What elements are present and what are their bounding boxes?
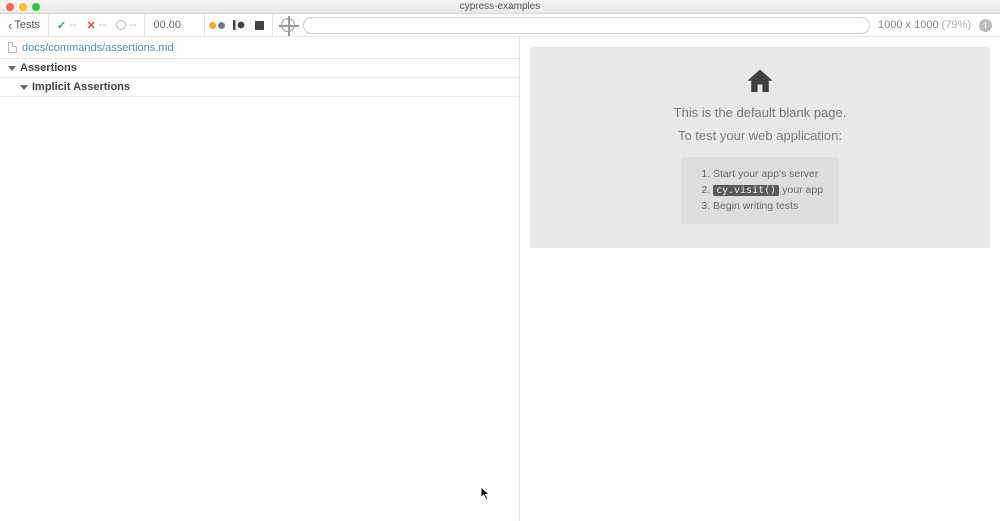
blank-page: This is the default blank page. To test … <box>530 47 990 248</box>
passed-count: ✓ -- <box>57 19 77 32</box>
chevron-down-icon <box>8 66 16 71</box>
blank-page-title: This is the default blank page. <box>674 105 847 120</box>
step-icon <box>233 19 245 31</box>
viewport-info-button[interactable]: i <box>979 19 992 32</box>
window-title: cypress-examples <box>0 1 1000 12</box>
circle-icon <box>116 20 126 30</box>
reporter-pane: docs/commands/assertions.md Assertions I… <box>0 37 520 521</box>
test-timer: 00.00 <box>145 14 205 36</box>
runner-status-dots <box>209 22 225 29</box>
back-label: Tests <box>14 19 40 31</box>
back-to-tests-button[interactable]: ‹ Tests <box>0 14 49 36</box>
spec-file-bar[interactable]: docs/commands/assertions.md <box>0 37 519 59</box>
viewport-size-readout: 1000 x 1000 (79%) <box>878 19 971 31</box>
x-icon: ✕ <box>87 19 96 32</box>
step-button[interactable] <box>233 19 247 31</box>
check-icon: ✓ <box>57 19 66 32</box>
blank-step: Start your app's server <box>713 167 823 183</box>
suite-row[interactable]: Assertions <box>0 59 519 78</box>
status-dot-orange <box>209 22 216 29</box>
pending-count: -- <box>116 19 136 31</box>
aut-pane: This is the default blank page. To test … <box>520 37 1000 521</box>
suite-row[interactable]: Implicit Assertions <box>0 78 519 97</box>
chevron-left-icon: ‹ <box>8 18 12 33</box>
runner-toolbar: ‹ Tests ✓ -- ✕ -- -- 00.00 <box>0 14 1000 37</box>
file-icon <box>8 42 17 53</box>
blank-step: Begin writing tests <box>713 199 823 215</box>
suite-label: Assertions <box>20 62 77 74</box>
spec-file-path: docs/commands/assertions.md <box>22 42 174 54</box>
test-status-group: ✓ -- ✕ -- -- <box>49 14 145 36</box>
suite-label: Implicit Assertions <box>32 81 130 93</box>
blank-page-subtitle: To test your web application: <box>678 128 842 143</box>
blank-page-steps: Start your app's server cy.visit() your … <box>681 157 839 224</box>
selector-playground-button[interactable] <box>281 18 295 32</box>
code-snippet: cy.visit() <box>713 185 779 196</box>
status-dot-grey <box>218 22 225 29</box>
stop-button[interactable] <box>255 21 264 30</box>
mac-titlebar: cypress-examples <box>0 0 1000 14</box>
aut-url-input[interactable] <box>303 17 870 34</box>
failed-count: ✕ -- <box>87 19 107 32</box>
chevron-down-icon <box>20 85 28 90</box>
home-icon <box>745 67 775 93</box>
test-tree: Assertions Implicit Assertions <box>0 59 519 97</box>
blank-step: cy.visit() your app <box>713 183 823 199</box>
